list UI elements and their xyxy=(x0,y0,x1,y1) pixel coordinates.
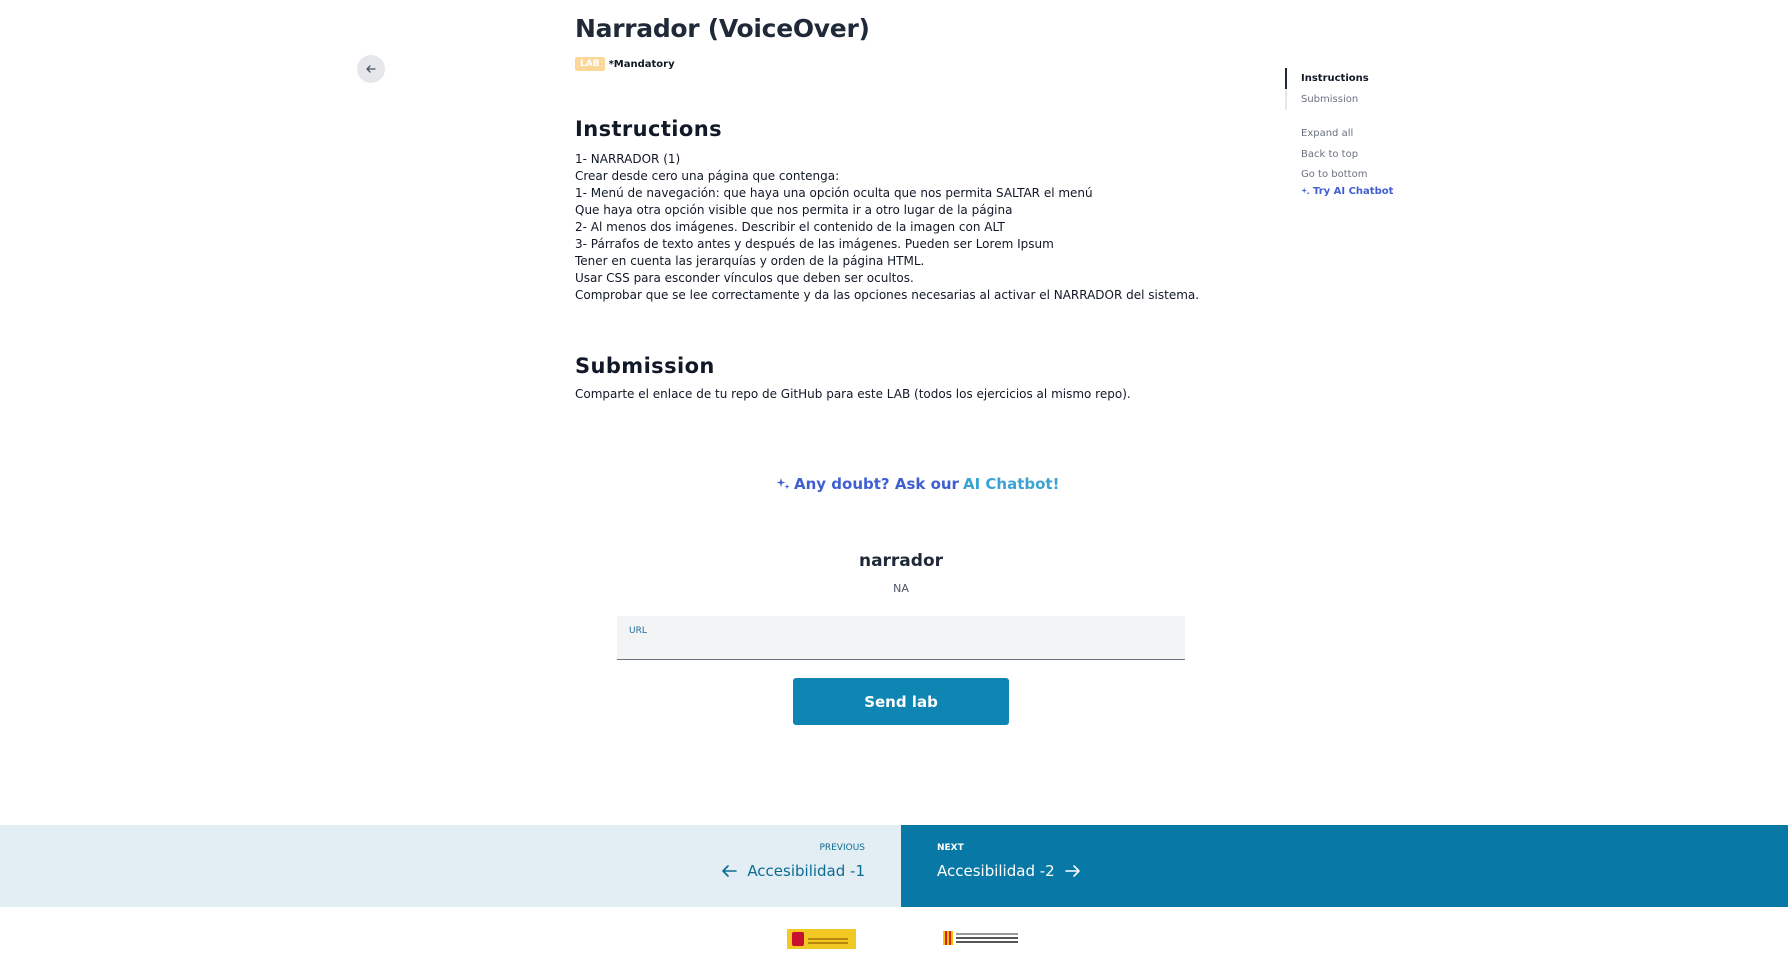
instruction-line: 2- Al menos dos imágenes. Describir el c… xyxy=(575,220,1005,234)
next-title: Accesibilidad -2 xyxy=(937,862,1055,880)
instruction-line: Que haya otra opción visible que nos per… xyxy=(575,203,1013,217)
previous-lesson-link[interactable]: PREVIOUS Accesibilidad -1 xyxy=(0,825,901,907)
instruction-line: 1- NARRADOR (1) xyxy=(575,152,681,166)
spain-government-logo xyxy=(787,929,856,949)
instruction-line: Usar CSS para esconder vínculos que debe… xyxy=(575,271,914,285)
send-lab-button[interactable]: Send lab xyxy=(793,678,1009,725)
lab-name: narrador xyxy=(858,551,944,571)
url-label: URL xyxy=(629,626,647,636)
lesson-pager: PREVIOUS Accesibilidad -1 NEXT Accesibil… xyxy=(0,825,1788,907)
try-ai-chatbot-label: Try AI Chatbot xyxy=(1313,185,1394,197)
mandatory-label: *Mandatory xyxy=(608,58,675,70)
previous-title: Accesibilidad -1 xyxy=(747,862,865,880)
table-of-contents: Instructions Submission Expand all Back … xyxy=(1284,68,1393,197)
coat-of-arms-icon xyxy=(792,932,804,946)
back-button[interactable] xyxy=(357,55,385,83)
chatbot-prefix: Any doubt? Ask our xyxy=(794,475,959,493)
page-title: Narrador (VoiceOver) xyxy=(575,14,870,43)
lab-meta: LAB *Mandatory xyxy=(575,57,1215,71)
url-field[interactable]: URL xyxy=(617,616,1185,660)
url-input[interactable] xyxy=(629,638,1173,654)
instructions-body: 1- NARRADOR (1) Crear desde cero una pág… xyxy=(575,151,1215,304)
lab-badge: LAB xyxy=(575,57,605,71)
logo-text-lines xyxy=(956,937,1018,939)
lab-status: NA xyxy=(893,582,909,595)
go-to-bottom-link[interactable]: Go to bottom xyxy=(1301,165,1393,186)
instruction-line: 1- Menú de navegación: que haya una opci… xyxy=(575,186,1093,200)
arrow-left-icon xyxy=(722,865,738,877)
ai-chatbot-link[interactable]: Any doubt? Ask our AI Chatbot! xyxy=(776,475,1059,493)
submission-text: Comparte el enlace de tu repo de GitHub … xyxy=(575,387,1131,401)
next-row: Accesibilidad -2 xyxy=(937,862,1081,880)
previous-row: Accesibilidad -1 xyxy=(721,862,865,880)
instruction-line: Tener en cuenta las jerarquías y orden d… xyxy=(575,254,925,268)
toc-actions: Expand all Back to top Go to bottom Try … xyxy=(1285,124,1393,197)
sparkle-icon xyxy=(1301,187,1310,195)
toc-item-submission[interactable]: Submission xyxy=(1301,89,1393,110)
back-to-top-link[interactable]: Back to top xyxy=(1301,145,1393,166)
expand-all-link[interactable]: Expand all xyxy=(1301,124,1393,145)
next-kicker: NEXT xyxy=(937,843,964,853)
submission-heading: Submission xyxy=(575,354,715,378)
senyera-icon xyxy=(943,931,953,945)
main-content: Narrador (VoiceOver) LAB *Mandatory Inst… xyxy=(575,0,1215,401)
toc-item-instructions[interactable]: Instructions xyxy=(1284,68,1393,89)
sparkle-icon xyxy=(776,478,790,490)
next-lesson-link[interactable]: NEXT Accesibilidad -2 xyxy=(901,825,1788,907)
arrow-left-icon xyxy=(366,65,376,73)
instruction-line: 3- Párrafos de texto antes y después de … xyxy=(575,237,1054,251)
catalonia-government-logo xyxy=(943,930,1021,946)
previous-kicker: PREVIOUS xyxy=(819,843,865,853)
instruction-line: Comprobar que se lee correctamente y da … xyxy=(575,288,1200,302)
instruction-line: Crear desde cero una página que contenga… xyxy=(575,169,840,183)
try-ai-chatbot-link[interactable]: Try AI Chatbot xyxy=(1301,186,1393,197)
chatbot-highlight: AI Chatbot! xyxy=(962,475,1060,493)
instructions-heading: Instructions xyxy=(575,117,722,141)
arrow-right-icon xyxy=(1064,865,1080,877)
logo-text-lines xyxy=(808,938,848,940)
toc-list: Instructions Submission xyxy=(1284,68,1393,110)
footer-logos xyxy=(0,926,1788,950)
